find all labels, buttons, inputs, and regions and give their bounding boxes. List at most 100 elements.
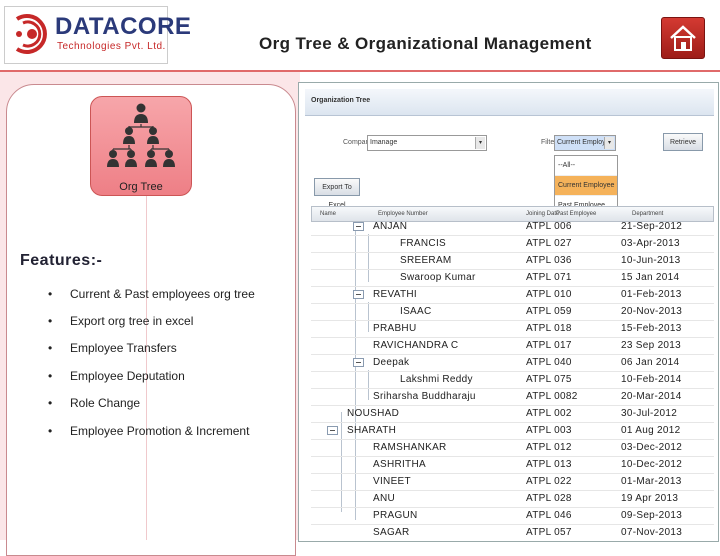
feature-item: • Employee Promotion & Increment <box>48 424 250 438</box>
employee-number: ATPL 075 <box>526 374 572 385</box>
joining-date: 15-Feb-2013 <box>621 323 682 334</box>
table-row[interactable]: Sriharsha Buddharaju ATPL 0082 20-Mar-20… <box>311 388 714 406</box>
feature-item: • Role Change <box>48 396 141 410</box>
joining-date: 07-Nov-2013 <box>621 527 683 538</box>
filter-select[interactable]: Current Employee ▾ <box>554 135 616 151</box>
company-value: Imanage <box>370 139 398 146</box>
datacore-logo-icon <box>15 14 47 54</box>
joining-date: 03-Dec-2012 <box>621 442 683 453</box>
logo-name: DATACORE <box>55 13 192 40</box>
filter-option-selected[interactable]: Current Employee <box>555 176 617 196</box>
screenshot-frame: Organization Tree Company Imanage ▾ Filt… <box>298 82 719 542</box>
feature-text: Role Change <box>70 396 141 410</box>
joining-date: 10-Dec-2012 <box>621 459 683 470</box>
joining-date: 20-Mar-2014 <box>621 391 682 402</box>
joining-date: 06 Jan 2014 <box>621 357 680 368</box>
employee-number: ATPL 012 <box>526 442 572 453</box>
column-header: Department <box>632 211 664 217</box>
table-row[interactable]: RAVICHANDRA C ATPL 017 23 Sep 2013 <box>311 337 714 355</box>
employee-number: ATPL 010 <box>526 289 572 300</box>
employee-name: RAMSHANKAR <box>373 442 447 453</box>
employee-number: ATPL 028 <box>526 493 572 504</box>
header: DATACORE Technologies Pvt. Ltd. Org Tree… <box>0 0 720 70</box>
employee-number: ATPL 036 <box>526 255 572 266</box>
logo-subtitle: Technologies Pvt. Ltd. <box>57 41 166 52</box>
employee-number: ATPL 017 <box>526 340 572 351</box>
employee-name: Swaroop Kumar <box>400 272 476 283</box>
employee-name: SREERAM <box>400 255 452 266</box>
features-title: Features:- <box>20 252 103 269</box>
table-row[interactable]: Lakshmi Reddy ATPL 075 10-Feb-2014 <box>311 371 714 389</box>
table-row[interactable]: SAGAR ATPL 057 07-Nov-2013 <box>311 524 714 541</box>
employee-number: ATPL 059 <box>526 306 572 317</box>
filter-option[interactable]: --All-- <box>555 156 617 176</box>
retrieve-button[interactable]: Retrieve <box>663 133 703 151</box>
table-row[interactable]: PRABHU ATPL 018 15-Feb-2013 <box>311 320 714 338</box>
employee-name: ANJAN <box>373 221 408 232</box>
table-row[interactable]: PRAGUN ATPL 046 09-Sep-2013 <box>311 507 714 525</box>
joining-date: 10-Jun-2013 <box>621 255 681 266</box>
org-tree-app: Organization Tree Company Imanage ▾ Filt… <box>305 89 714 541</box>
employee-number: ATPL 046 <box>526 510 572 521</box>
org-tree-label: Org Tree <box>119 181 163 193</box>
employee-name: RAVICHANDRA C <box>373 340 459 351</box>
table-row[interactable]: VINEET ATPL 022 01-Mar-2013 <box>311 473 714 491</box>
collapse-icon[interactable] <box>353 358 364 367</box>
employee-name: NOUSHAD <box>347 408 400 419</box>
column-header: Joining Date <box>526 211 560 217</box>
page-title: Org Tree & Organizational Management <box>259 34 592 53</box>
employee-name: FRANCIS <box>400 238 446 249</box>
employee-number: ATPL 003 <box>526 425 572 436</box>
collapse-icon[interactable] <box>327 426 338 435</box>
employee-number: ATPL 0082 <box>526 391 578 402</box>
org-chart-icon <box>107 103 175 167</box>
table-row[interactable]: Deepak ATPL 040 06 Jan 2014 <box>311 354 714 372</box>
joining-date: 10-Feb-2014 <box>621 374 682 385</box>
employee-number: ATPL 006 <box>526 221 572 232</box>
table-row[interactable]: ASHRITHA ATPL 013 10-Dec-2012 <box>311 456 714 474</box>
feature-text: Employee Promotion & Increment <box>70 424 250 438</box>
table-row[interactable]: Swaroop Kumar ATPL 071 15 Jan 2014 <box>311 269 714 287</box>
table-row[interactable]: NOUSHAD ATPL 002 30-Jul-2012 <box>311 405 714 423</box>
employee-name: Lakshmi Reddy <box>400 374 473 385</box>
employee-number: ATPL 013 <box>526 459 572 470</box>
table-row[interactable]: SHARATH ATPL 003 01 Aug 2012 <box>311 422 714 440</box>
employee-number: ATPL 040 <box>526 357 572 368</box>
joining-date: 01-Mar-2013 <box>621 476 682 487</box>
chevron-down-icon: ▾ <box>604 137 614 149</box>
joining-date: 30-Jul-2012 <box>621 408 678 419</box>
collapse-icon[interactable] <box>353 222 364 231</box>
home-button[interactable] <box>661 17 705 59</box>
table-row[interactable]: FRANCIS ATPL 027 03-Apr-2013 <box>311 235 714 253</box>
app-title-bar: Organization Tree <box>305 89 714 116</box>
table-row[interactable]: RAMSHANKAR ATPL 012 03-Dec-2012 <box>311 439 714 457</box>
collapse-icon[interactable] <box>353 290 364 299</box>
employee-name: SHARATH <box>347 425 397 436</box>
home-icon <box>670 25 696 51</box>
export-excel-button[interactable]: Export To Excel <box>314 178 360 209</box>
employee-name: PRAGUN <box>373 510 418 521</box>
feature-item: • Current & Past employees org tree <box>48 287 255 301</box>
column-header: Employee Number <box>378 211 428 217</box>
table-row[interactable]: REVATHI ATPL 010 01-Feb-2013 <box>311 286 714 304</box>
feature-item: • Export org tree in excel <box>48 314 194 328</box>
employee-name: Deepak <box>373 357 410 368</box>
joining-date: 20-Nov-2013 <box>621 306 683 317</box>
employee-name: ISAAC <box>400 306 432 317</box>
table-row[interactable]: ISAAC ATPL 059 20-Nov-2013 <box>311 303 714 321</box>
joining-date: 21-Sep-2012 <box>621 221 683 232</box>
employee-number: ATPL 018 <box>526 323 572 334</box>
employee-name: PRABHU <box>373 323 417 334</box>
joining-date: 19 Apr 2013 <box>621 493 679 504</box>
table-row[interactable]: ANU ATPL 028 19 Apr 2013 <box>311 490 714 508</box>
joining-date: 09-Sep-2013 <box>621 510 683 521</box>
employee-number: ATPL 027 <box>526 238 572 249</box>
table-row[interactable]: ANJAN ATPL 006 21-Sep-2012 <box>311 218 714 236</box>
company-select[interactable]: Imanage ▾ <box>367 135 487 151</box>
joining-date: 01-Feb-2013 <box>621 289 682 300</box>
employee-number: ATPL 022 <box>526 476 572 487</box>
org-tree-card[interactable]: Org Tree <box>90 96 192 196</box>
feature-text: Employee Deputation <box>70 369 185 383</box>
table-row[interactable]: SREERAM ATPL 036 10-Jun-2013 <box>311 252 714 270</box>
employee-name: SAGAR <box>373 527 410 538</box>
